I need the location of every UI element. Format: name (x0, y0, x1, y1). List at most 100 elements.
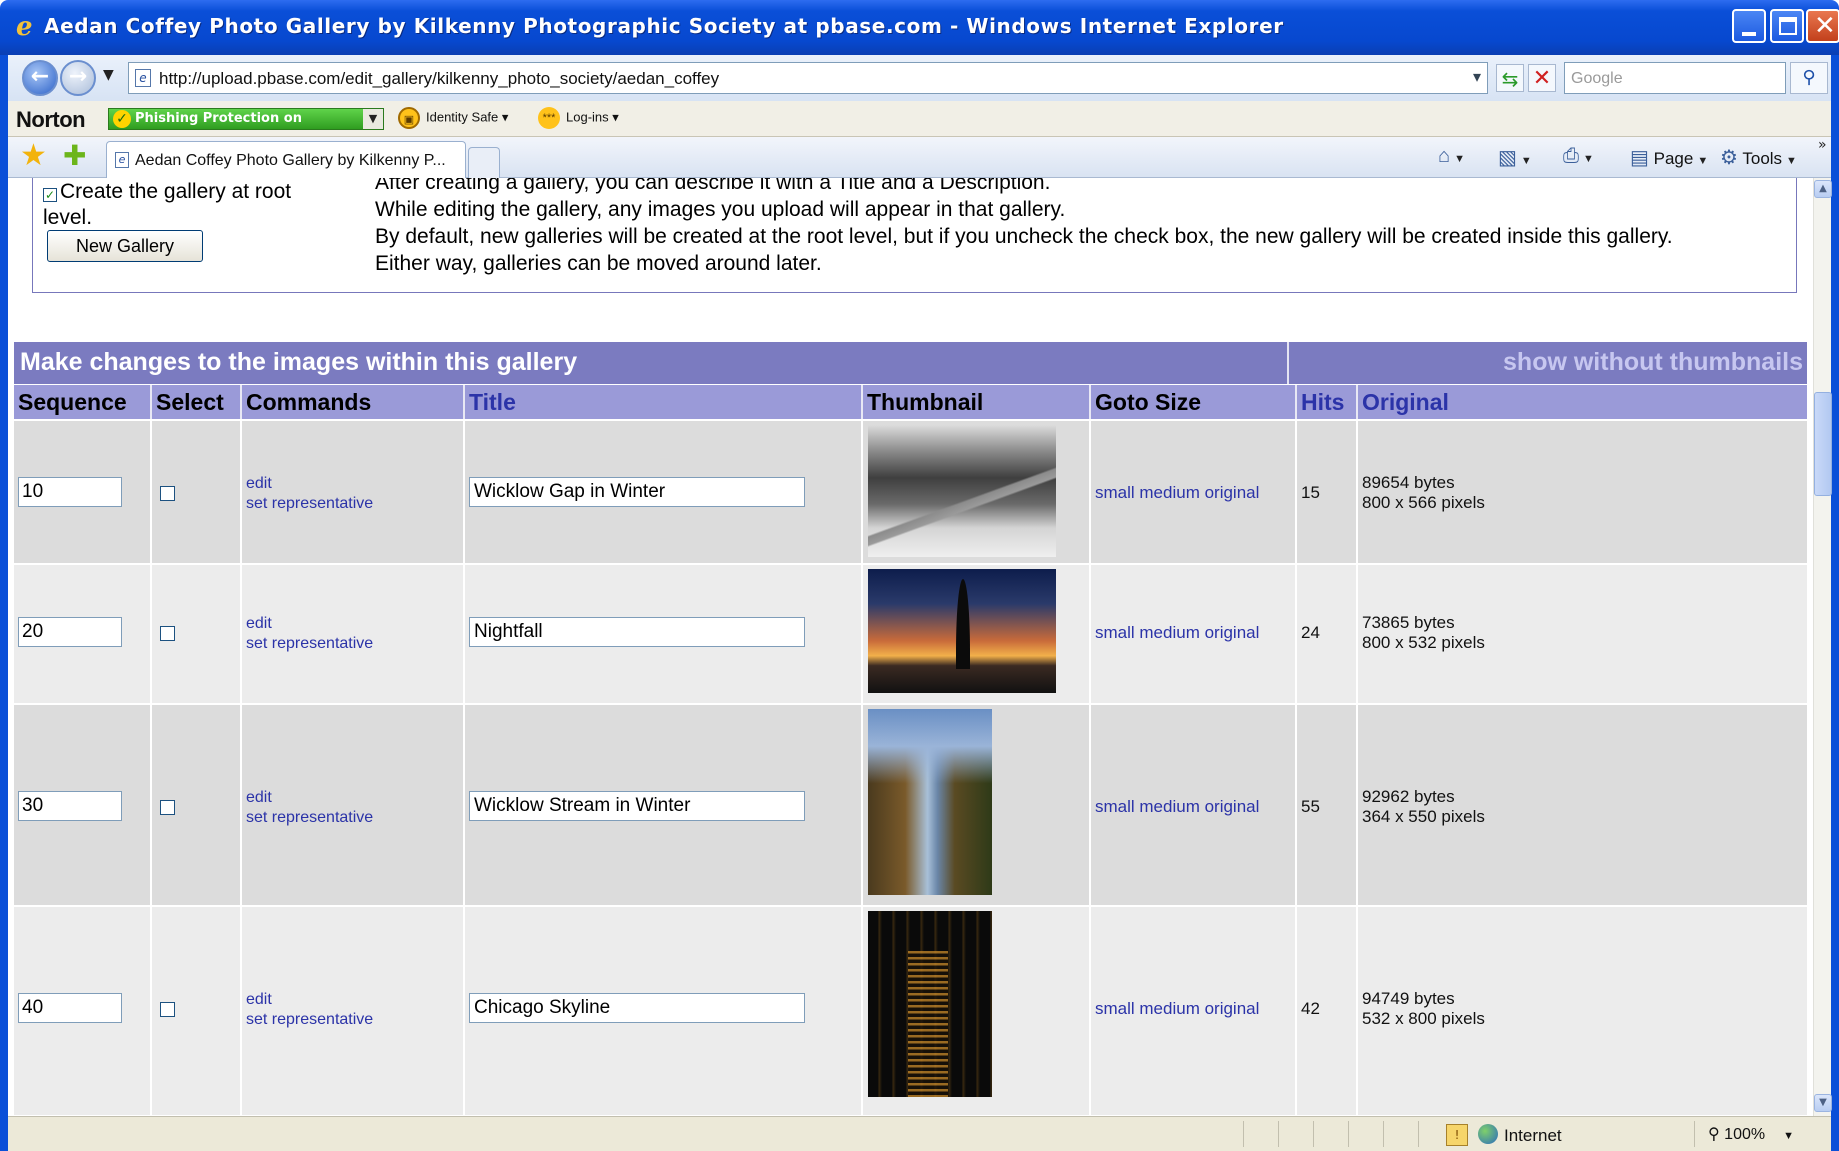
stop-button[interactable]: ✕ (1528, 64, 1556, 92)
rss-icon: ▧ (1498, 147, 1517, 169)
recent-pages-dropdown-icon[interactable]: ▼ (103, 67, 114, 83)
set-representative-link[interactable]: set representative (246, 808, 373, 828)
close-window-button[interactable]: ✕ (1806, 9, 1839, 43)
tools-menu-button[interactable]: ⚙ Tools ▼ (1720, 145, 1797, 170)
goto-size-links[interactable]: small medium original (1095, 623, 1259, 643)
scrollbar-thumb[interactable] (1814, 392, 1832, 496)
col-goto-size: Goto Size (1091, 385, 1297, 419)
status-divider (1694, 1121, 1695, 1147)
zoom-level: 100% (1724, 1126, 1766, 1143)
select-cell (152, 705, 242, 905)
status-divider (1383, 1121, 1384, 1147)
tab-active[interactable]: e Aedan Coffey Photo Gallery by Kilkenny… (106, 141, 466, 178)
url-dropdown-icon[interactable]: ▾ (1473, 67, 1481, 86)
vertical-scrollbar[interactable]: ▲ ▼ (1813, 178, 1832, 1116)
sequence-input[interactable]: 20 (18, 617, 122, 647)
set-representative-link[interactable]: set representative (246, 1010, 373, 1030)
scroll-down-arrow-icon[interactable]: ▼ (1814, 1094, 1832, 1112)
identity-safe-button[interactable]: ▣ Identity Safe ▾ (398, 107, 508, 129)
url-field[interactable]: e http://upload.pbase.com/edit_gallery/k… (128, 62, 1488, 94)
minimize-button[interactable] (1732, 9, 1766, 43)
col-hits-sort-link[interactable]: Hits (1297, 385, 1358, 419)
goto-size-links[interactable]: small medium original (1095, 797, 1259, 817)
root-level-checkbox[interactable]: ✓ (43, 188, 57, 202)
page-menu-label: Page (1653, 149, 1694, 168)
status-divider (1278, 1121, 1279, 1147)
help-line: Either way, galleries can be moved aroun… (375, 252, 822, 275)
select-cell (152, 565, 242, 703)
phishing-protection-button[interactable]: ✓ Phishing Protection on ▼ (108, 108, 384, 130)
thumbnail-cell (863, 565, 1091, 703)
thumbnail-image[interactable] (868, 425, 1056, 557)
maximize-button[interactable] (1770, 9, 1804, 43)
set-representative-link[interactable]: set representative (246, 494, 373, 514)
set-representative-link[interactable]: set representative (246, 634, 373, 654)
original-pixels: 800 x 532 pixels (1362, 633, 1485, 652)
col-title-sort-link[interactable]: Title (465, 385, 863, 419)
sequence-cell: 20 (14, 565, 152, 703)
thumbnail-image[interactable] (868, 911, 992, 1097)
title-input[interactable]: Wicklow Stream in Winter (469, 791, 805, 821)
add-favorite-icon[interactable]: ✚ (63, 141, 86, 171)
edit-link[interactable]: edit (246, 788, 373, 808)
edit-link[interactable]: edit (246, 990, 373, 1010)
tools-menu-label: Tools (1742, 149, 1783, 168)
favorites-star-icon[interactable]: ★ (20, 141, 47, 171)
col-original-sort-link[interactable]: Original (1358, 385, 1807, 419)
select-checkbox[interactable] (160, 800, 175, 815)
thumbnail-image[interactable] (868, 709, 992, 895)
protected-mode-lock-icon[interactable]: ! (1446, 1124, 1468, 1146)
select-checkbox[interactable] (160, 1002, 175, 1017)
goto-size-links[interactable]: small medium original (1095, 483, 1259, 503)
show-without-thumbnails-link[interactable]: show without thumbnails (1503, 348, 1803, 377)
hits-value: 24 (1301, 623, 1320, 642)
title-input[interactable]: Nightfall (469, 617, 805, 647)
refresh-button[interactable]: ⇆ (1496, 64, 1524, 92)
page-viewport: ✓ Create the gallery at root level. New G… (8, 178, 1813, 1116)
home-icon: ⌂ (1438, 145, 1451, 167)
hits-cell: 24 (1297, 565, 1358, 703)
back-button[interactable]: ← (22, 60, 58, 96)
chevron-down-icon[interactable]: ▼ (363, 109, 383, 129)
security-zone[interactable]: Internet (1478, 1124, 1562, 1146)
status-divider (1348, 1121, 1349, 1147)
print-button[interactable]: ⎙ ▼ (1563, 145, 1594, 168)
page-menu-button[interactable]: ▤ Page ▼ (1630, 145, 1708, 170)
select-checkbox[interactable] (160, 486, 175, 501)
thumbnail-cell (863, 705, 1091, 905)
identity-safe-label: Identity Safe (426, 109, 499, 125)
hits-cell: 55 (1297, 705, 1358, 905)
sequence-input[interactable]: 30 (18, 791, 122, 821)
root-level-checkbox-row[interactable]: ✓ Create the gallery at root level. (43, 179, 323, 231)
home-button[interactable]: ⌂ ▼ (1438, 145, 1465, 168)
window-title-bar[interactable]: e Aedan Coffey Photo Gallery by Kilkenny… (0, 0, 1839, 55)
title-input[interactable]: Chicago Skyline (469, 993, 805, 1023)
goto-cell: small medium original (1091, 565, 1297, 703)
more-commands-chevron-icon[interactable]: » (1818, 137, 1827, 153)
title-input[interactable]: Wicklow Gap in Winter (469, 477, 805, 507)
edit-link[interactable]: edit (246, 474, 373, 494)
search-button[interactable]: ⚲ (1790, 62, 1828, 94)
forward-button[interactable]: → (60, 60, 96, 96)
edit-link[interactable]: edit (246, 614, 373, 634)
scroll-up-arrow-icon[interactable]: ▲ (1814, 180, 1832, 198)
tab-label: Aedan Coffey Photo Gallery by Kilkenny P… (135, 152, 446, 169)
search-input[interactable]: Google (1564, 62, 1786, 94)
zoom-level-button[interactable]: ⚲ 100% ▼ (1708, 1124, 1794, 1144)
feeds-button[interactable]: ▧ ▼ (1498, 145, 1532, 170)
gear-icon: ⚙ (1720, 147, 1738, 169)
title-cell: Wicklow Stream in Winter (465, 705, 863, 905)
goto-size-links[interactable]: small medium original (1095, 999, 1259, 1019)
select-checkbox[interactable] (160, 626, 175, 641)
sequence-input[interactable]: 10 (18, 477, 122, 507)
norton-toolbar: Norton ✓ Phishing Protection on ▼ ▣ Ident… (8, 101, 1831, 137)
sequence-input[interactable]: 40 (18, 993, 122, 1023)
logins-button[interactable]: *** Log-ins ▾ (538, 107, 619, 129)
new-tab-button[interactable] (468, 147, 500, 178)
thumbnail-image[interactable] (868, 569, 1056, 693)
col-sequence: Sequence (14, 385, 152, 419)
minimize-icon (1742, 32, 1756, 36)
printer-icon: ⎙ (1563, 145, 1579, 167)
select-cell (152, 421, 242, 563)
new-gallery-button[interactable]: New Gallery (47, 230, 203, 262)
